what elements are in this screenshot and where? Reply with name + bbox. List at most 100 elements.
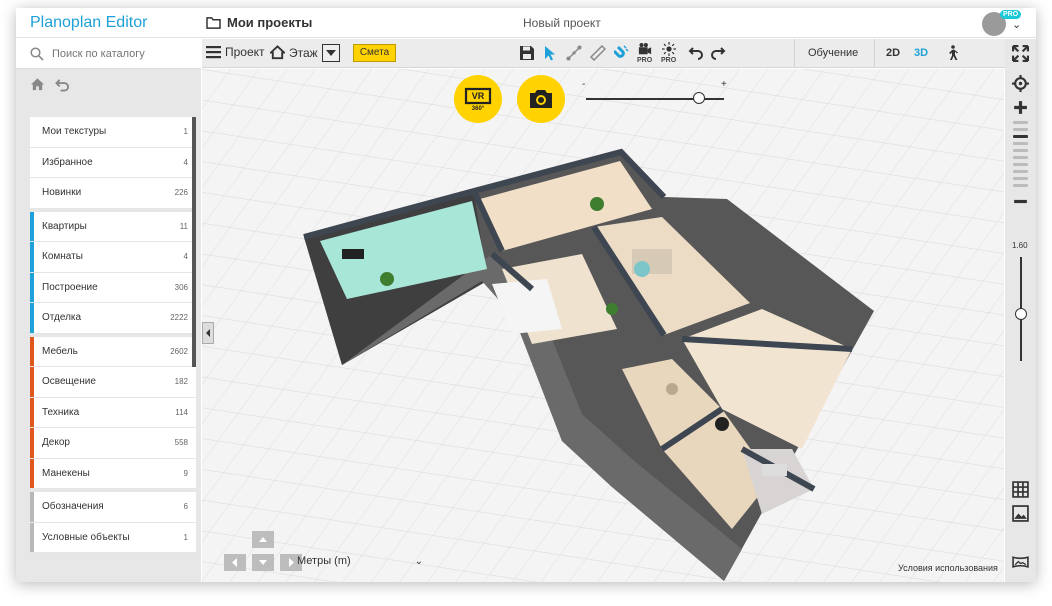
catalog-item-label: Освещение bbox=[42, 376, 96, 388]
pro-label: PRO bbox=[637, 57, 653, 64]
catalog-item[interactable]: Техника 114 bbox=[30, 397, 196, 428]
redo-arrow-icon[interactable] bbox=[710, 45, 726, 61]
my-projects-button[interactable]: Мои проекты bbox=[206, 15, 312, 30]
view-3d-button[interactable]: 3D bbox=[914, 47, 928, 59]
height-value: 1.60 bbox=[1012, 241, 1028, 250]
light-icon[interactable] bbox=[662, 42, 676, 56]
home-icon[interactable] bbox=[30, 77, 45, 92]
learn-button[interactable]: Обучение bbox=[808, 47, 858, 59]
catalog-item[interactable]: Квартиры 11 bbox=[30, 211, 196, 242]
walk-icon[interactable] bbox=[944, 45, 960, 61]
catalog-panel: Мои текстуры 1 Избранное 4 Новинки 226 Квартир… bbox=[16, 39, 201, 582]
search-input[interactable] bbox=[52, 45, 192, 63]
pan-left-button[interactable] bbox=[224, 554, 246, 571]
catalog-group: Обозначения 6 Условные объекты 1 bbox=[30, 492, 196, 553]
save-icon[interactable] bbox=[519, 45, 535, 61]
catalog-item[interactable]: Декор 558 bbox=[30, 428, 196, 459]
3d-viewport[interactable]: VR 360° - + Метры (m) ⌄ Условия использо… bbox=[202, 69, 1004, 582]
catalog-item-label: Комнаты bbox=[42, 251, 83, 263]
zoom-slider-max: + bbox=[721, 79, 727, 90]
wall-icon[interactable] bbox=[566, 45, 582, 61]
catalog-item-label: Мебель bbox=[42, 345, 78, 357]
zoom-out-icon[interactable] bbox=[1012, 193, 1029, 210]
zoom-in-icon[interactable] bbox=[1012, 99, 1029, 116]
vr-360-button[interactable]: VR 360° bbox=[454, 75, 502, 123]
locate-icon[interactable] bbox=[1012, 75, 1029, 92]
catalog-item[interactable]: Построение 306 bbox=[30, 272, 196, 303]
catalog-item[interactable]: Манекены 9 bbox=[30, 458, 196, 489]
cursor-icon[interactable] bbox=[542, 45, 558, 61]
height-slider-handle[interactable] bbox=[1015, 308, 1027, 321]
undo-arrow-icon[interactable] bbox=[688, 45, 704, 61]
magnet-icon[interactable] bbox=[614, 45, 630, 61]
category-color-bar bbox=[30, 397, 34, 427]
catalog-item[interactable]: Мои текстуры 1 bbox=[30, 117, 196, 148]
catalog-item-count: 2602 bbox=[170, 346, 188, 356]
video-icon[interactable] bbox=[638, 42, 652, 56]
catalog-item[interactable]: Условные объекты 1 bbox=[30, 522, 196, 553]
catalog-scrollbar[interactable] bbox=[192, 117, 196, 367]
project-menu-button[interactable]: Проект bbox=[206, 45, 265, 59]
zoom-slider-min: - bbox=[582, 79, 586, 90]
chevron-down-icon: ⌄ bbox=[414, 556, 423, 567]
catalog-item-count: 558 bbox=[174, 438, 188, 447]
catalog-item-count: 182 bbox=[174, 377, 188, 386]
floor-label: Этаж bbox=[289, 45, 318, 60]
catalog-item[interactable]: Комнаты 4 bbox=[30, 242, 196, 273]
vr-icon: VR 360° bbox=[464, 87, 492, 112]
chevron-left-icon bbox=[206, 329, 210, 337]
toolbar-divider bbox=[874, 39, 875, 68]
svg-text:VR: VR bbox=[472, 91, 485, 101]
my-projects-label: Мои проекты bbox=[227, 15, 313, 30]
view-2d-button[interactable]: 2D bbox=[886, 47, 900, 59]
category-color-bar bbox=[30, 272, 34, 302]
folder-icon bbox=[206, 17, 221, 29]
grid-icon[interactable] bbox=[1012, 481, 1029, 498]
screenshot-button[interactable] bbox=[517, 75, 565, 123]
collapse-panel-button[interactable] bbox=[202, 322, 214, 344]
category-color-bar bbox=[30, 211, 34, 241]
floor-button[interactable]: Этаж bbox=[270, 45, 318, 60]
ruler-icon[interactable] bbox=[590, 45, 606, 61]
catalog-item[interactable]: Новинки 226 bbox=[30, 178, 196, 209]
catalog-item[interactable]: Избранное 4 bbox=[30, 147, 196, 178]
panorama-icon[interactable] bbox=[1012, 553, 1029, 570]
project-name[interactable]: Новый проект bbox=[523, 16, 601, 30]
catalog-item-count: 2222 bbox=[170, 313, 188, 322]
units-select[interactable]: Метры (m) ⌄ bbox=[297, 555, 423, 573]
catalog-item-count: 4 bbox=[183, 252, 188, 261]
catalog-item-label: Манекены bbox=[42, 467, 90, 479]
pan-up-button[interactable] bbox=[252, 531, 274, 548]
catalog-item-count: 226 bbox=[174, 188, 188, 197]
image-icon[interactable] bbox=[1012, 505, 1029, 522]
editor-window: Planoplan Editor Мои проекты Новый проек… bbox=[16, 8, 1036, 582]
zoom-level-bar[interactable] bbox=[1013, 121, 1028, 191]
category-color-bar bbox=[30, 303, 34, 333]
catalog-item[interactable]: Отделка 2222 bbox=[30, 303, 196, 334]
category-color-bar bbox=[30, 242, 34, 272]
floor-grid bbox=[202, 69, 1004, 582]
chevron-down-icon[interactable]: ⌄ bbox=[1012, 18, 1021, 31]
catalog-item-count: 6 bbox=[183, 502, 188, 511]
category-color-bar bbox=[30, 492, 34, 522]
estimate-button[interactable]: Смета bbox=[353, 44, 396, 62]
terms-link[interactable]: Условия использования bbox=[898, 563, 998, 573]
catalog-item-label: Декор bbox=[42, 437, 70, 449]
catalog-item[interactable]: Освещение 182 bbox=[30, 367, 196, 398]
category-color-bar bbox=[30, 522, 34, 552]
toolbar: Проект Этаж Смета PRO PRO Обучение 2D 3D bbox=[202, 39, 1036, 68]
catalog-item[interactable]: Мебель 2602 bbox=[30, 336, 196, 367]
catalog-item-label: Новинки bbox=[42, 187, 82, 199]
top-bar: Planoplan Editor Мои проекты Новый проек… bbox=[16, 8, 1036, 38]
menu-icon bbox=[206, 46, 221, 59]
catalog-search bbox=[16, 39, 201, 69]
fullscreen-icon[interactable] bbox=[1012, 45, 1029, 62]
floor-dropdown[interactable] bbox=[322, 44, 340, 62]
catalog-item-count: 9 bbox=[183, 468, 188, 478]
pan-down-button[interactable] bbox=[252, 554, 274, 571]
project-menu-label: Проект bbox=[225, 45, 265, 59]
catalog-item[interactable]: Обозначения 6 bbox=[30, 492, 196, 523]
category-color-bar bbox=[30, 367, 34, 397]
search-icon bbox=[30, 47, 44, 61]
undo-icon[interactable] bbox=[55, 77, 70, 92]
